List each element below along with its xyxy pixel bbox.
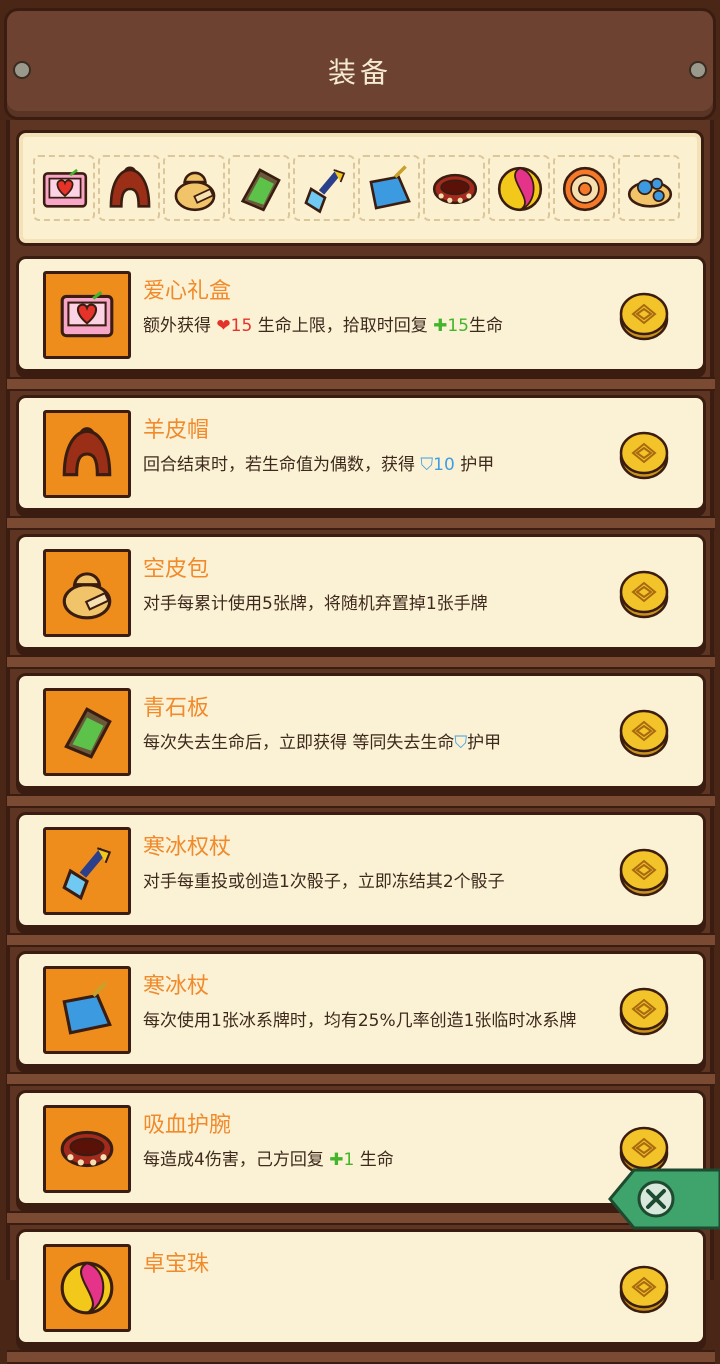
description-segment: ⛉ [420, 455, 434, 475]
item-description: 每次失去生命后，立即获得 等同失去生命⛉护甲 [143, 732, 583, 754]
description-segment: 回合结束时，若生命值为偶数，获得 [143, 455, 421, 475]
card-divider [7, 655, 715, 669]
item-name: 寒冰杖 [143, 974, 210, 999]
equipment-card[interactable]: 寒冰权杖对手每重投或创造1次骰子，立即冻结其2个骰子 [7, 812, 715, 947]
rivet-right [689, 61, 707, 79]
description-segment: ✚ [329, 1150, 344, 1170]
swirl-orb-icon [60, 1261, 114, 1315]
gold-coin-icon[interactable] [619, 847, 669, 897]
gold-coin-icon[interactable] [619, 1264, 669, 1314]
item-description: 对手每累计使用5张牌，将随机弃置掉1张手牌 [143, 593, 583, 615]
page-title: 装备 [327, 56, 392, 89]
gold-coin-icon[interactable] [619, 986, 669, 1036]
description-segment: 护甲 [454, 455, 495, 475]
blue-mushroom-icon [627, 177, 673, 208]
item-name: 空皮包 [143, 557, 210, 582]
empty-leather-bag-icon [174, 171, 216, 212]
equipment-slot[interactable] [618, 155, 680, 221]
description-segment: 1 [343, 1150, 355, 1170]
card-divider [7, 516, 715, 530]
description-segment: 护甲 [467, 733, 502, 753]
description-segment: 15 [447, 316, 469, 336]
item-name: 羊皮帽 [143, 418, 210, 443]
vampire-bracer-icon [60, 1130, 114, 1168]
card-divider [7, 377, 715, 391]
equipment-card[interactable]: 青石板每次失去生命后，立即获得 等同失去生命⛉护甲 [7, 673, 715, 808]
equipment-slot[interactable] [293, 155, 355, 221]
item-description: 每次使用1张冰系牌时，均有25%几率创造1张临时冰系牌 [143, 1010, 583, 1032]
item-name: 青石板 [143, 696, 210, 721]
green-stone-slab-icon [64, 707, 112, 759]
item-description: 回合结束时，若生命值为偶数，获得 ⛉10 护甲 [143, 454, 583, 476]
equipment-slot[interactable] [228, 155, 290, 221]
gold-coin-icon[interactable] [619, 291, 669, 341]
equipment-slot[interactable] [488, 155, 550, 221]
description-segment: 额外获得 [143, 316, 217, 336]
frost-scepter-icon [62, 847, 112, 901]
description-segment: ⛉ [454, 733, 468, 753]
item-name: 爱心礼盒 [143, 279, 232, 304]
gold-coin-icon[interactable] [619, 708, 669, 758]
card-divider [7, 1072, 715, 1086]
description-segment: 15 [230, 316, 253, 336]
item-description: 对手每重投或创造1次骰子，立即冻结其2个骰子 [143, 871, 583, 893]
description-segment: 每造成4伤害，己方回复 [143, 1150, 330, 1170]
card-divider [7, 933, 715, 947]
gold-coin-icon[interactable] [619, 569, 669, 619]
gold-coin-icon[interactable] [619, 430, 669, 480]
item-icon-frame [43, 1105, 131, 1193]
equipment-strip [16, 130, 704, 246]
equipment-slot[interactable] [33, 155, 95, 221]
header-bar: 装备 [4, 8, 716, 120]
description-segment: ❤ [216, 316, 231, 336]
sheepskin-hat-icon [109, 166, 151, 208]
description-segment: 生命 [469, 316, 503, 336]
description-segment: 10 [433, 455, 455, 475]
green-stone-slab-icon [240, 168, 281, 212]
item-icon-frame [43, 271, 131, 359]
frost-staff-icon [62, 981, 112, 1035]
description-segment: 生命上限，拾取时回复 [252, 316, 434, 336]
description-segment: 对手每重投或创造1次骰子，立即冻结其2个骰子 [143, 872, 505, 892]
sheepskin-hat-icon [62, 427, 112, 477]
item-icon-frame [43, 410, 131, 498]
frost-staff-icon [369, 165, 411, 210]
item-description: 每造成4伤害，己方回复 ✚1 生命 [143, 1149, 583, 1171]
description-segment: 每次失去生命后，立即获得 等同失去生命 [143, 733, 455, 753]
description-segment: ✚ [433, 316, 448, 336]
heart-gift-box-icon [60, 291, 114, 338]
description-segment: 对手每累计使用5张牌，将随机弃置掉1张手牌 [143, 594, 488, 614]
card-divider [7, 1350, 715, 1364]
equipment-slot[interactable] [553, 155, 615, 221]
swirl-orb-icon [497, 166, 543, 212]
equipment-slot[interactable] [358, 155, 420, 221]
equipment-slot[interactable] [423, 155, 485, 221]
item-name: 吸血护腕 [143, 1113, 232, 1138]
equipment-card[interactable]: 卓宝珠 [7, 1229, 715, 1364]
item-icon-frame [43, 549, 131, 637]
item-icon-frame [43, 827, 131, 915]
item-description: 额外获得 ❤15 生命上限，拾取时回复 ✚15生命 [143, 315, 583, 337]
description-segment: 每次使用1张冰系牌时，均有25%几率创造1张临时冰系牌 [143, 1011, 577, 1031]
item-icon-frame [43, 1244, 131, 1332]
equipment-slot[interactable] [163, 155, 225, 221]
equipment-card[interactable]: 寒冰杖每次使用1张冰系牌时，均有25%几率创造1张临时冰系牌 [7, 951, 715, 1086]
item-icon-frame [43, 688, 131, 776]
equipment-slot[interactable] [98, 155, 160, 221]
equipment-card[interactable]: 空皮包对手每累计使用5张牌，将随机弃置掉1张手牌 [7, 534, 715, 669]
equipment-card[interactable]: 爱心礼盒 额外获得 ❤15 生命上限，拾取时回复 ✚15生命 [7, 256, 715, 391]
close-button[interactable] [600, 1164, 720, 1234]
item-name: 寒冰权杖 [143, 835, 232, 860]
description-segment: 生命 [354, 1150, 394, 1170]
empty-leather-bag-icon [62, 572, 112, 620]
frost-scepter-icon [304, 169, 346, 214]
card-divider [7, 794, 715, 808]
equipment-card[interactable]: 羊皮帽回合结束时，若生命值为偶数，获得 ⛉10 护甲 [7, 395, 715, 530]
vampire-bracer-icon [432, 173, 478, 205]
heart-gift-box-icon [42, 168, 88, 208]
donut-ring-icon [562, 166, 608, 212]
item-name: 卓宝珠 [143, 1252, 210, 1277]
item-icon-frame [43, 966, 131, 1054]
